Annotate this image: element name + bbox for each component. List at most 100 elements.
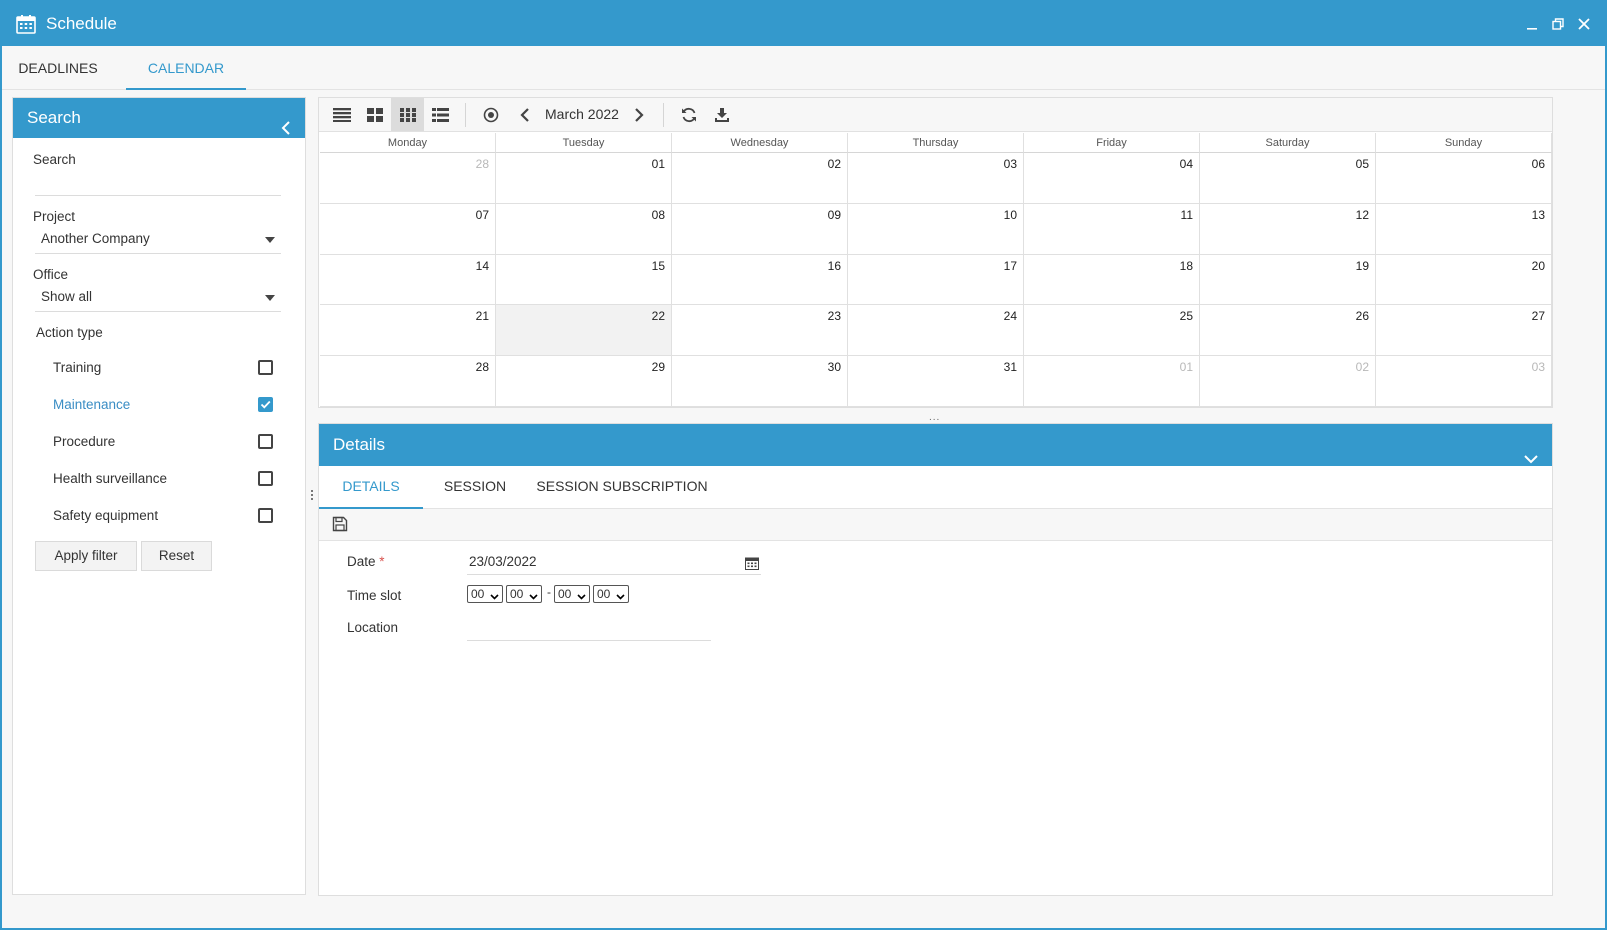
calendar-day-cell[interactable]: 28 <box>320 153 496 204</box>
action-type-health-surveillance[interactable]: Health surveillance <box>53 468 277 490</box>
calendar-day-cell[interactable]: 14 <box>320 254 496 306</box>
calendar-day-cell[interactable]: 03 <box>848 153 1024 204</box>
calendar-day-cell[interactable]: 01 <box>1024 356 1200 407</box>
calendar-day-cell[interactable]: 29 <box>496 356 672 407</box>
location-input[interactable] <box>467 617 711 641</box>
calendar-day-cell[interactable]: 17 <box>848 254 1024 306</box>
month-view-icon[interactable] <box>391 98 424 131</box>
minimize-icon[interactable] <box>1523 15 1541 33</box>
checkbox-label: Health surveillance <box>53 471 168 486</box>
horizontal-splitter-handle[interactable]: ... <box>929 412 940 423</box>
calendar-day-cell[interactable]: 23 <box>672 305 848 357</box>
action-type-training[interactable]: Training <box>53 357 277 379</box>
calendar-day-cell[interactable]: 03 <box>1376 356 1552 407</box>
tab-calendar[interactable]: CALENDAR <box>126 46 246 90</box>
close-icon[interactable] <box>1575 15 1593 33</box>
action-type-safety-equipment[interactable]: Safety equipment <box>53 505 277 527</box>
date-value: 23/03/2022 <box>469 554 537 569</box>
action-type-maintenance[interactable]: Maintenance <box>53 394 277 416</box>
calendar-day-cell[interactable]: 22 <box>496 305 672 357</box>
calendar-day-cell[interactable]: 02 <box>672 153 848 204</box>
calendar-day-cell[interactable]: 18 <box>1024 254 1200 306</box>
calendar-day-cell[interactable]: 02 <box>1200 356 1376 407</box>
calendar-day-cell[interactable]: 28 <box>320 356 496 407</box>
date-picker-icon[interactable] <box>745 555 759 577</box>
prev-month-icon[interactable] <box>508 98 541 131</box>
apply-filter-button[interactable]: Apply filter <box>35 541 137 571</box>
calendar-day-cell[interactable]: 05 <box>1200 153 1376 204</box>
calendar-day-cell[interactable]: 31 <box>848 356 1024 407</box>
checkbox[interactable] <box>258 508 273 523</box>
save-icon[interactable] <box>332 516 348 535</box>
details-panel-title: Details <box>333 435 385 454</box>
calendar-day-cell[interactable]: 25 <box>1024 305 1200 357</box>
calendar-day-cell[interactable]: 01 <box>496 153 672 204</box>
required-marker: * <box>379 554 385 569</box>
calendar-day-cell[interactable]: 24 <box>848 305 1024 357</box>
download-icon[interactable] <box>705 98 738 131</box>
end-minute-select[interactable]: 00 <box>593 585 629 603</box>
calendar-day-cell[interactable]: 20 <box>1376 254 1552 306</box>
start-hour-select[interactable]: 00 <box>467 585 503 603</box>
calendar-day-cell[interactable]: 12 <box>1200 203 1376 255</box>
weekday-header: Monday <box>320 133 496 153</box>
day-view-icon[interactable] <box>325 98 358 131</box>
end-hour-select[interactable]: 00 <box>554 585 590 603</box>
day-number: 06 <box>1531 157 1545 171</box>
reset-button[interactable]: Reset <box>141 541 212 571</box>
start-minute-select[interactable]: 00 <box>506 585 542 603</box>
chevron-down-icon <box>490 589 499 605</box>
calendar-day-cell[interactable]: 26 <box>1200 305 1376 357</box>
details-panel-header: Details <box>319 424 1552 466</box>
chevron-down-icon <box>577 589 586 605</box>
vertical-splitter-handle[interactable] <box>310 488 314 502</box>
toolbar-separator <box>465 103 466 127</box>
calendar-day-cell[interactable]: 30 <box>672 356 848 407</box>
caret-down-icon <box>265 295 275 301</box>
main-tabs: DEADLINES CALENDAR <box>2 46 1605 90</box>
checkbox[interactable] <box>258 434 273 449</box>
action-type-procedure[interactable]: Procedure <box>53 431 277 453</box>
day-number: 10 <box>1003 207 1017 222</box>
restore-icon[interactable] <box>1549 15 1567 33</box>
today-icon[interactable] <box>474 98 507 131</box>
day-number: 20 <box>1531 258 1545 273</box>
week-view-icon[interactable] <box>358 98 391 131</box>
day-number: 01 <box>651 157 665 171</box>
calendar-day-cell[interactable]: 19 <box>1200 254 1376 306</box>
day-number: 08 <box>651 207 665 222</box>
collapse-left-icon[interactable] <box>281 110 291 150</box>
tab-deadlines[interactable]: DEADLINES <box>2 46 114 90</box>
date-input[interactable]: 23/03/2022 <box>467 551 761 575</box>
list-view-icon[interactable] <box>424 98 457 131</box>
tab-session-subscription[interactable]: SESSION SUBSCRIPTION <box>527 466 717 509</box>
tab-details[interactable]: DETAILS <box>319 466 423 509</box>
calendar-day-cell[interactable]: 15 <box>496 254 672 306</box>
next-month-icon[interactable] <box>622 98 655 131</box>
office-select-value: Show all <box>41 289 93 304</box>
day-number: 11 <box>1180 207 1193 222</box>
calendar-day-cell[interactable]: 06 <box>1376 153 1552 204</box>
calendar-day-cell[interactable]: 27 <box>1376 305 1552 357</box>
refresh-icon[interactable] <box>672 98 705 131</box>
checkbox[interactable] <box>258 471 273 486</box>
calendar-day-cell[interactable]: 04 <box>1024 153 1200 204</box>
checkbox[interactable] <box>258 360 273 375</box>
date-label: Date * <box>347 554 385 569</box>
calendar-day-cell[interactable]: 10 <box>848 203 1024 255</box>
calendar-day-cell[interactable]: 13 <box>1376 203 1552 255</box>
day-number: 12 <box>1355 207 1369 222</box>
calendar-day-cell[interactable]: 11 <box>1024 203 1200 255</box>
search-input[interactable] <box>35 172 281 196</box>
tab-session[interactable]: SESSION <box>423 466 527 509</box>
calendar-day-cell[interactable]: 16 <box>672 254 848 306</box>
calendar-day-cell[interactable]: 21 <box>320 305 496 357</box>
project-select[interactable]: Another Company <box>35 228 281 254</box>
weekday-header: Thursday <box>848 133 1024 153</box>
calendar-day-cell[interactable]: 07 <box>320 203 496 255</box>
office-select[interactable]: Show all <box>35 286 281 312</box>
calendar-day-cell[interactable]: 08 <box>496 203 672 255</box>
calendar-day-cell[interactable]: 09 <box>672 203 848 255</box>
checkbox-checked[interactable] <box>258 397 273 412</box>
title-bar: Schedule <box>2 2 1605 46</box>
